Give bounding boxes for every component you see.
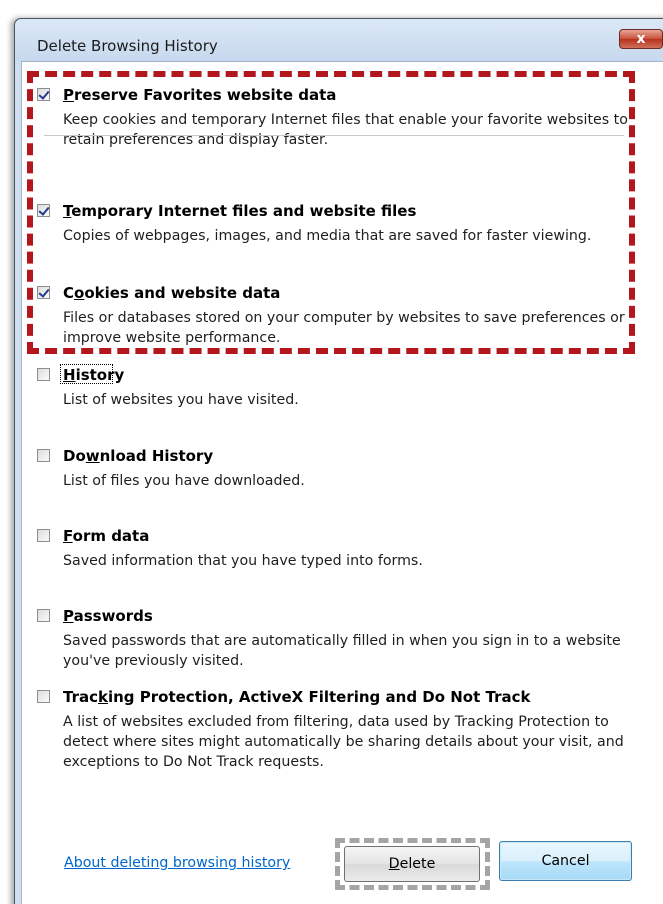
option-title: Passwords: [63, 607, 153, 625]
close-button[interactable]: x: [619, 29, 663, 49]
option-description: List of websites you have visited.: [63, 392, 299, 408]
cancel-button[interactable]: Cancel: [499, 841, 632, 881]
option-description: A list of websites excluded from filteri…: [63, 714, 624, 770]
option-title: History: [63, 366, 125, 384]
dialog-title: Delete Browsing History: [37, 37, 218, 55]
option-description: Saved passwords that are automatically f…: [63, 633, 621, 669]
form-data-checkbox[interactable]: [37, 529, 50, 542]
tracking-protection-checkbox[interactable]: [37, 690, 50, 703]
delete-button[interactable]: Delete: [344, 846, 480, 882]
page: Delete Browsing History x Preserve Favor…: [0, 0, 663, 904]
option-title: Form data: [63, 527, 150, 545]
download-history-checkbox[interactable]: [37, 449, 50, 462]
option-description: Keep cookies and temporary Internet file…: [63, 112, 628, 148]
temporary-files-checkbox[interactable]: [37, 204, 50, 217]
option-description: List of files you have downloaded.: [63, 473, 305, 489]
option-description: Copies of webpages, images, and media th…: [63, 228, 592, 244]
cookies-checkbox[interactable]: [37, 286, 50, 299]
option-description: Files or databases stored on your comput…: [63, 310, 625, 346]
option-title: Cookies and website data: [63, 284, 281, 302]
passwords-checkbox[interactable]: [37, 609, 50, 622]
option-title: Preserve Favorites website data: [63, 86, 337, 104]
option-title: Download History: [63, 447, 214, 465]
about-deleting-history-link[interactable]: About deleting browsing history: [64, 855, 290, 871]
separator: [44, 135, 624, 136]
option-title: Tracking Protection, ActiveX Filtering a…: [63, 688, 531, 706]
option-title: Temporary Internet files and website fil…: [63, 202, 417, 220]
history-checkbox[interactable]: [37, 368, 50, 381]
title-bar[interactable]: Delete Browsing History x: [15, 19, 663, 61]
option-description: Saved information that you have typed in…: [63, 553, 423, 569]
preserve-favorites-checkbox[interactable]: [37, 88, 50, 101]
close-icon: x: [636, 31, 646, 47]
